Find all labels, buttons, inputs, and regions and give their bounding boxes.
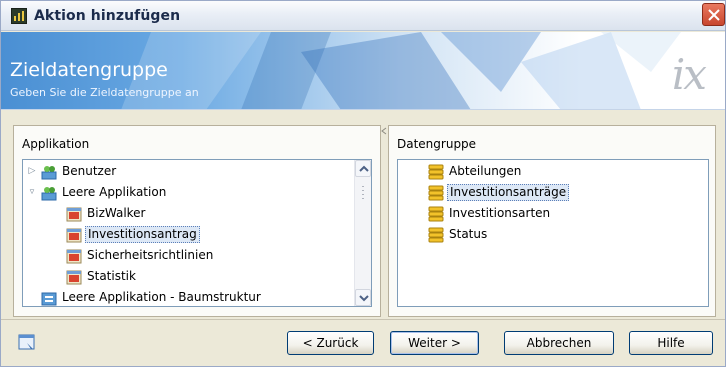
next-button[interactable]: Weiter >: [390, 331, 479, 355]
help-button[interactable]: Hilfe: [629, 331, 713, 355]
tree-item-leere-applikation[interactable]: ▿ Leere Applikation: [23, 182, 371, 203]
tree-item-label: BizWalker: [87, 206, 146, 220]
dialog-window: Aktion hinzufügen Zieldatengruppe Geben …: [0, 0, 726, 367]
datagroup-label: Datengruppe: [397, 137, 477, 151]
tree-item-label-selected: Investitionsantrag: [85, 226, 200, 243]
expand-arrow-icon[interactable]: ▷: [27, 166, 37, 176]
title-bar[interactable]: Aktion hinzufügen: [1, 1, 725, 31]
app-module-icon: [66, 227, 82, 243]
tree-app-icon: [41, 290, 57, 306]
users-app-icon: [41, 164, 57, 180]
tree-item-label: Leere Applikation: [62, 185, 167, 199]
window-title: Aktion hinzufügen: [34, 8, 181, 24]
close-button[interactable]: [702, 3, 725, 26]
tree-item-benutzer[interactable]: ▷ Benutzer: [23, 161, 371, 182]
list-item-label: Status: [449, 227, 488, 241]
scroll-grip-icon[interactable]: [361, 184, 365, 204]
scroll-down-button[interactable]: [355, 289, 371, 306]
tree-item-leere-applikation-baumstruktur[interactable]: Leere Applikation - Baumstruktur: [23, 287, 371, 306]
app-icon: [11, 8, 27, 24]
application-tree[interactable]: ▷ Benutzer ▿ Leere Applikation BizWalker…: [22, 159, 372, 307]
datagroup-list[interactable]: Abteilungen Investitionsanträge Investit…: [397, 159, 709, 307]
collapse-arrow-icon[interactable]: ▿: [27, 187, 37, 197]
banner-title: Zieldatengruppe: [10, 59, 168, 81]
list-item-status[interactable]: Status: [398, 224, 708, 245]
ix-logo: ix: [671, 50, 707, 99]
back-button[interactable]: < Zurück: [287, 331, 374, 355]
tree-item-label: Benutzer: [62, 164, 117, 178]
application-group: Applikation ▷ Benutzer ▿ Leere Applikati…: [13, 125, 381, 317]
database-icon: [428, 185, 444, 201]
tree-item-label: Leere Applikation - Baumstruktur: [62, 290, 261, 304]
database-icon: [428, 164, 444, 180]
tree-item-label: Sicherheitsrichtlinien: [87, 248, 214, 262]
list-item-label-selected: Investitionsanträge: [447, 184, 570, 201]
list-item-investitionsarten[interactable]: Investitionsarten: [398, 203, 708, 224]
app-module-icon: [66, 269, 82, 285]
wizard-help-icon[interactable]: [18, 333, 36, 351]
tree-scrollbar[interactable]: [354, 160, 371, 306]
scroll-up-button[interactable]: [355, 160, 371, 177]
database-icon: [428, 227, 444, 243]
list-item-abteilungen[interactable]: Abteilungen: [398, 161, 708, 182]
wizard-banner: Zieldatengruppe Geben Sie die Zieldateng…: [1, 32, 725, 110]
application-label: Applikation: [22, 137, 90, 151]
tree-item-bizwalker[interactable]: BizWalker: [23, 203, 371, 224]
splitter-grip-icon[interactable]: [381, 127, 387, 141]
users-app-icon: [41, 185, 57, 201]
tree-item-investitionsantrag[interactable]: Investitionsantrag: [23, 224, 371, 245]
banner-subtitle: Geben Sie die Zieldatengruppe an: [10, 86, 199, 99]
app-module-icon: [66, 206, 82, 222]
chevron-up-icon: [359, 165, 369, 172]
list-item-investitionsantraege[interactable]: Investitionsanträge: [398, 182, 708, 203]
database-icon: [428, 206, 444, 222]
content-area: Applikation ▷ Benutzer ▿ Leere Applikati…: [1, 111, 725, 319]
cancel-button[interactable]: Abbrechen: [504, 331, 614, 355]
list-item-label: Investitionsarten: [449, 206, 551, 220]
datagroup-group: Datengruppe Abteilungen Investitionsantr…: [388, 125, 716, 317]
footer-bar: < Zurück Weiter > Abbrechen Hilfe: [1, 320, 725, 366]
list-item-label: Abteilungen: [449, 164, 522, 178]
app-module-icon: [66, 248, 82, 264]
chevron-down-icon: [359, 295, 369, 302]
tree-item-label: Statistik: [87, 269, 136, 283]
tree-item-sicherheitsrichtlinien[interactable]: Sicherheitsrichtlinien: [23, 245, 371, 266]
close-icon: [708, 9, 720, 21]
tree-item-statistik[interactable]: Statistik: [23, 266, 371, 287]
